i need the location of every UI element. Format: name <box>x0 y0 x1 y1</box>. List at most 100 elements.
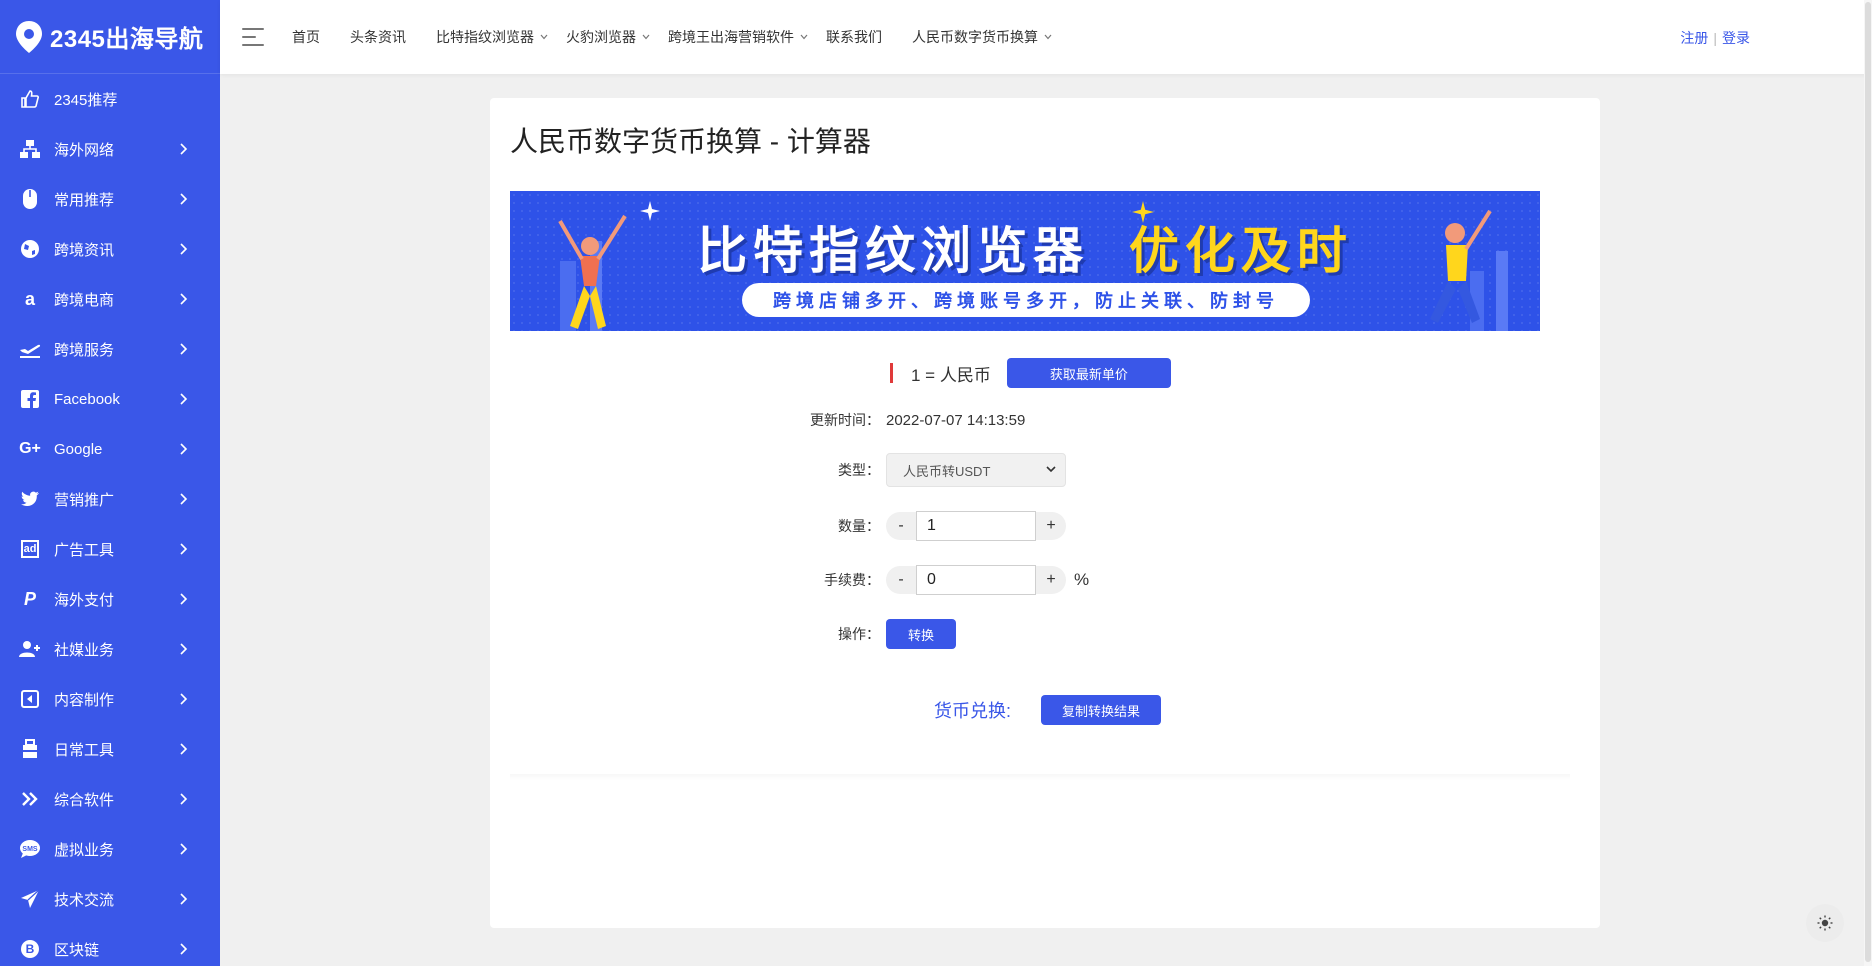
sidebar-nav: 2345推荐海外网络常用推荐 跨境资讯 a 跨境电商跨境服务 Facebook G+ Goo… <box>0 74 220 966</box>
paper-plane-icon <box>18 887 42 911</box>
chevron-down-icon <box>642 32 650 43</box>
menu-toggle-icon[interactable] <box>242 28 264 46</box>
theme-toggle-button[interactable] <box>1806 904 1844 942</box>
scrollbar[interactable] <box>1864 0 1872 966</box>
quantity-stepper: - + <box>886 511 1066 541</box>
chevron-right-icon <box>178 193 190 205</box>
sidebar-item-label: 营销推广 <box>54 491 115 509</box>
auth-separator: | <box>1713 30 1717 46</box>
update-time-row: 更新时间 2022-07-07 14:13:59 <box>730 410 1025 430</box>
main-card: 人民币数字货币换算 - 计算器 比特指纹浏览器 优化及时 跨境店铺多开、跨境账号… <box>490 98 1600 928</box>
top-nav-label: 比特指纹浏览器 <box>436 29 534 45</box>
chevron-right-icon <box>178 943 190 955</box>
fee-input[interactable] <box>916 565 1036 595</box>
quantity-input[interactable] <box>916 511 1036 541</box>
sidebar: 2345出海导航 2345推荐海外网络常用推荐 跨境资讯 a 跨境电商跨境服务 Face… <box>0 0 220 966</box>
sidebar-item-label: 跨境电商 <box>54 291 115 309</box>
sidebar-item[interactable]: 营销推广 <box>0 474 220 524</box>
sidebar-item[interactable]: 2345推荐 <box>0 74 220 124</box>
sidebar-item[interactable]: 海外网络 <box>0 124 220 174</box>
quantity-label: 数量 <box>730 516 880 536</box>
chevron-right-icon <box>178 743 190 755</box>
top-nav-label: 人民币数字货币换算 <box>912 29 1038 45</box>
brand-logo[interactable]: 2345出海导航 <box>0 0 220 74</box>
chevron-right-icon <box>178 493 190 505</box>
copy-result-button[interactable]: 复制转换结果 <box>1041 695 1162 725</box>
sidebar-item-label: 广告工具 <box>54 541 115 559</box>
rate-marker <box>890 363 893 383</box>
top-nav-link[interactable]: 跨境王出海营销软件 <box>668 27 808 47</box>
chevron-right-icon <box>178 843 190 855</box>
chevron-right-icon <box>178 543 190 555</box>
ad-icon: ad <box>18 537 42 561</box>
sidebar-item[interactable]: 跨境服务 <box>0 324 220 374</box>
login-link[interactable]: 登录 <box>1722 30 1750 46</box>
type-label: 类型 <box>730 460 880 480</box>
banner-person-right-illustration <box>1430 209 1508 331</box>
chevron-right-icon <box>178 293 190 305</box>
type-select[interactable]: 人民币转USDT <box>886 453 1066 487</box>
paypal-icon: P <box>23 588 36 609</box>
top-nav-link[interactable]: 首页 <box>292 27 320 47</box>
sidebar-item[interactable]: SMS 虚拟业务 <box>0 824 220 874</box>
quantity-decrement-button[interactable]: - <box>886 512 916 540</box>
sidebar-item[interactable]: 社媒业务 <box>0 624 220 674</box>
action-label: 操作 <box>730 624 880 644</box>
sidebar-item[interactable]: ad 广告工具 <box>0 524 220 574</box>
sidebar-item-label: 内容制作 <box>54 691 115 709</box>
top-nav-link[interactable]: 人民币数字货币换算 <box>912 27 1052 47</box>
rate-text: 1 = 人民币 <box>911 365 991 385</box>
page-title: 人民币数字货币换算 - 计算器 <box>510 126 871 157</box>
type-select-value: 人民币转USDT <box>903 463 991 479</box>
sun-icon <box>1817 915 1833 931</box>
get-latest-price-button[interactable]: 获取最新单价 <box>1006 358 1171 388</box>
sidebar-item[interactable]: 日常工具 <box>0 724 220 774</box>
sidebar-item[interactable]: 技术交流 <box>0 874 220 924</box>
sidebar-item-label: 区块链 <box>54 941 100 959</box>
banner-headline-highlight: 优化及时 <box>1128 223 1353 279</box>
update-time-value: 2022-07-07 14:13:59 <box>886 411 1026 429</box>
exchange-row: 货币兑换: 复制转换结果 <box>934 695 1162 725</box>
chevron-right-icon <box>178 393 190 405</box>
sidebar-item[interactable]: a 跨境电商 <box>0 274 220 324</box>
sidebar-item[interactable]: 常用推荐 <box>0 174 220 224</box>
type-row: 类型 人民币转USDT <box>730 453 1066 487</box>
chevron-right-icon <box>178 643 190 655</box>
rate-row: 1 = 人民币 获取最新单价 <box>890 358 1171 388</box>
fee-stepper: - + <box>886 565 1066 595</box>
chevron-right-icon <box>178 693 190 705</box>
fee-increment-button[interactable]: + <box>1036 566 1066 594</box>
update-time-label: 更新时间 <box>730 410 880 430</box>
sidebar-item[interactable]: P 海外支付 <box>0 574 220 624</box>
quantity-increment-button[interactable]: + <box>1036 512 1066 540</box>
convert-button[interactable]: 转换 <box>886 619 956 649</box>
twitter-icon <box>18 487 42 511</box>
user-plus-icon <box>18 637 42 661</box>
sidebar-item-label: 跨境服务 <box>54 341 115 359</box>
register-link[interactable]: 注册 <box>1680 30 1708 46</box>
sidebar-item[interactable]: Facebook <box>0 374 220 424</box>
exchange-label: 货币兑换: <box>934 701 1012 721</box>
sidebar-item-label: 虚拟业务 <box>54 841 115 859</box>
fee-decrement-button[interactable]: - <box>886 566 916 594</box>
top-nav-link[interactable]: 比特指纹浏览器 <box>436 27 548 47</box>
sidebar-item-label: 海外网络 <box>54 141 115 159</box>
amazon-icon: a <box>24 288 35 309</box>
top-nav-link[interactable]: 头条资讯 <box>350 27 406 47</box>
top-nav-link[interactable]: 联系我们 <box>826 27 882 47</box>
top-nav-link[interactable]: 火豹浏览器 <box>566 27 650 47</box>
facebook-icon <box>18 387 42 411</box>
top-nav-label: 头条资讯 <box>350 29 406 45</box>
svg-text:SMS: SMS <box>22 846 38 853</box>
scrollbar-thumb[interactable] <box>1865 2 1871 962</box>
sidebar-item[interactable]: 综合软件 <box>0 774 220 824</box>
chevron-down-icon <box>800 32 808 43</box>
sidebar-item[interactable]: B 区块链 <box>0 924 220 966</box>
quantity-row: 数量 - + <box>730 511 1066 541</box>
sidebar-item[interactable]: 跨境资讯 <box>0 224 220 274</box>
sidebar-item[interactable]: 内容制作 <box>0 674 220 724</box>
sidebar-item-label: 海外支付 <box>54 591 115 609</box>
sidebar-item[interactable]: G+ Google <box>0 424 220 474</box>
chevron-down-icon <box>1046 466 1056 473</box>
promo-banner[interactable]: 比特指纹浏览器 优化及时 跨境店铺多开、跨境账号多开，防止关联、防封号 <box>510 191 1540 331</box>
